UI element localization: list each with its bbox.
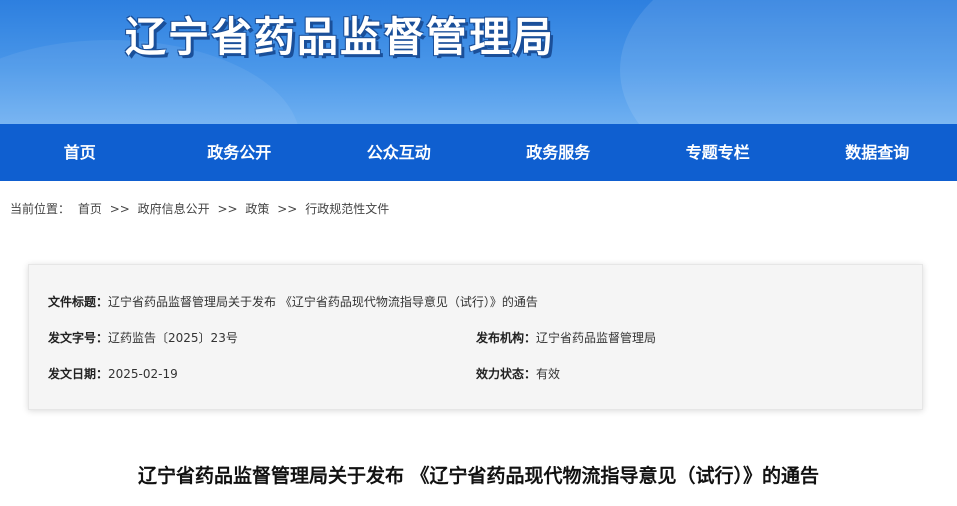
document-info-box: 文件标题：辽宁省药品监督管理局关于发布 《辽宁省药品现代物流指导意见（试行）》的… [28, 264, 923, 410]
nav-item-government-services[interactable]: 政务服务 [479, 124, 639, 181]
header-decoration [620, 0, 957, 124]
breadcrumb-separator: >> [109, 202, 130, 216]
breadcrumb-normative-docs-link[interactable]: 行政规范性文件 [305, 202, 389, 216]
info-issuer-row: 发布机构：辽宁省药品监督管理局 [476, 330, 656, 346]
breadcrumb-separator: >> [277, 202, 298, 216]
info-issuer-label: 发布机构： [476, 331, 537, 345]
nav-item-home[interactable]: 首页 [0, 124, 160, 181]
nav-item-special-topics[interactable]: 专题专栏 [638, 124, 798, 181]
article-title: 辽宁省药品监督管理局关于发布 《辽宁省药品现代物流指导意见（试行）》的通告 [137, 465, 820, 487]
info-docno-value: 辽药监告〔2025〕23号 [108, 331, 238, 345]
main-nav: 首页 政务公开 公众互动 政务服务 专题专栏 数据查询 [0, 124, 957, 181]
info-status-value: 有效 [536, 367, 561, 381]
info-title-label: 文件标题： [48, 295, 109, 309]
breadcrumb-gov-info-link[interactable]: 政府信息公开 [138, 202, 210, 216]
nav-item-government-affairs[interactable]: 政务公开 [160, 124, 320, 181]
info-date-value: 2025-02-19 [108, 367, 178, 381]
info-title-value: 辽宁省药品监督管理局关于发布 《辽宁省药品现代物流指导意见（试行）》的通告 [108, 295, 538, 309]
info-docno-label: 发文字号： [48, 331, 109, 345]
breadcrumb: 当前位置： 首页 >> 政府信息公开 >> 政策 >> 行政规范性文件 [10, 201, 393, 217]
breadcrumb-prefix: 当前位置： [10, 202, 71, 216]
breadcrumb-home-link[interactable]: 首页 [78, 202, 102, 216]
site-header: 辽宁省药品监督管理局 [0, 0, 957, 124]
info-docno-row: 发文字号：辽药监告〔2025〕23号 [48, 330, 238, 346]
info-date-label: 发文日期： [48, 367, 109, 381]
info-status-row: 效力状态：有效 [476, 366, 560, 382]
info-title-row: 文件标题：辽宁省药品监督管理局关于发布 《辽宁省药品现代物流指导意见（试行）》的… [48, 294, 538, 310]
breadcrumb-policy-link[interactable]: 政策 [245, 202, 269, 216]
site-title: 辽宁省药品监督管理局 [125, 13, 555, 61]
info-issuer-value: 辽宁省药品监督管理局 [536, 331, 657, 345]
info-date-row: 发文日期：2025-02-19 [48, 366, 178, 382]
nav-item-data-query[interactable]: 数据查询 [798, 124, 957, 181]
nav-item-public-interaction[interactable]: 公众互动 [319, 124, 479, 181]
info-status-label: 效力状态： [476, 367, 537, 381]
breadcrumb-separator: >> [217, 202, 238, 216]
